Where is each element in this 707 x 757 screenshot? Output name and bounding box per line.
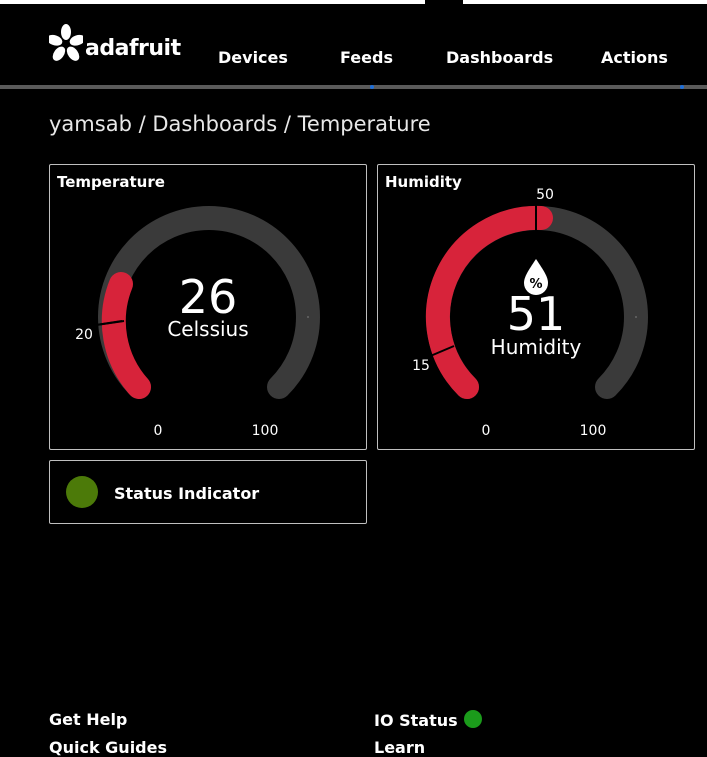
gauge-min-label: 0 xyxy=(482,423,491,439)
humidity-gauge-block[interactable]: Humidity % 51 Humidity 50 15 0 100 xyxy=(377,164,695,450)
gauge-value-arc xyxy=(101,272,151,399)
gauge-mark-label: 50 xyxy=(536,187,554,203)
temperature-gauge: 26 Celssius 20 0 100 xyxy=(75,206,320,439)
gauge-center-tick xyxy=(307,316,309,318)
gauge-threshold-label: 20 xyxy=(75,327,93,343)
breadcrumb-separator: / xyxy=(277,112,298,136)
nav-devices[interactable]: Devices xyxy=(218,48,288,67)
status-indicator-light xyxy=(66,476,98,508)
gauge-unit: Humidity xyxy=(491,335,582,359)
brand-name: adafruit xyxy=(85,35,181,61)
temperature-gauge-block[interactable]: Temperature 26 Celssius 20 0 100 xyxy=(49,164,367,450)
status-indicator-block[interactable]: Status Indicator xyxy=(49,460,367,524)
footer-io-status[interactable]: IO Status xyxy=(374,710,482,730)
gauge-min-label: 0 xyxy=(154,423,163,439)
breadcrumb-user[interactable]: yamsab xyxy=(49,112,132,136)
gauge-max-label: 100 xyxy=(580,423,607,439)
io-status-indicator xyxy=(463,710,482,728)
gauge-value: 51 xyxy=(507,287,566,341)
breadcrumb-current-page: Temperature xyxy=(297,112,431,136)
nav-divider xyxy=(0,85,707,89)
nav-indicator-dot xyxy=(680,85,684,89)
humidity-gauge: % 51 Humidity 50 15 0 100 xyxy=(412,187,648,439)
nav-dashboards[interactable]: Dashboards xyxy=(446,48,553,67)
nav-indicator-dot xyxy=(370,85,374,89)
gauge-value: 26 xyxy=(179,270,238,324)
breadcrumb: yamsab / Dashboards / Temperature xyxy=(49,112,431,136)
gauge-center-tick xyxy=(635,316,637,318)
footer-get-help[interactable]: Get Help xyxy=(49,710,127,729)
footer-quick-guides[interactable]: Quick Guides xyxy=(49,738,167,757)
gauge-threshold-label: 15 xyxy=(412,358,430,374)
breadcrumb-separator: / xyxy=(131,112,153,136)
status-indicator-label: Status Indicator xyxy=(114,484,260,503)
nav-feeds[interactable]: Feeds xyxy=(340,48,393,67)
io-status-label: IO Status xyxy=(374,711,458,730)
gauge-unit: Celssius xyxy=(167,317,248,341)
breadcrumb-dashboards[interactable]: Dashboards xyxy=(152,112,277,136)
flower-logo-icon xyxy=(49,24,83,61)
footer-learn[interactable]: Learn xyxy=(374,738,425,757)
gauge-max-label: 100 xyxy=(252,423,279,439)
nav-actions[interactable]: Actions xyxy=(601,48,668,67)
site-header: adafruit Devices Feeds Dashboards Action… xyxy=(0,0,707,85)
adafruit-logo[interactable]: adafruit xyxy=(49,24,181,62)
